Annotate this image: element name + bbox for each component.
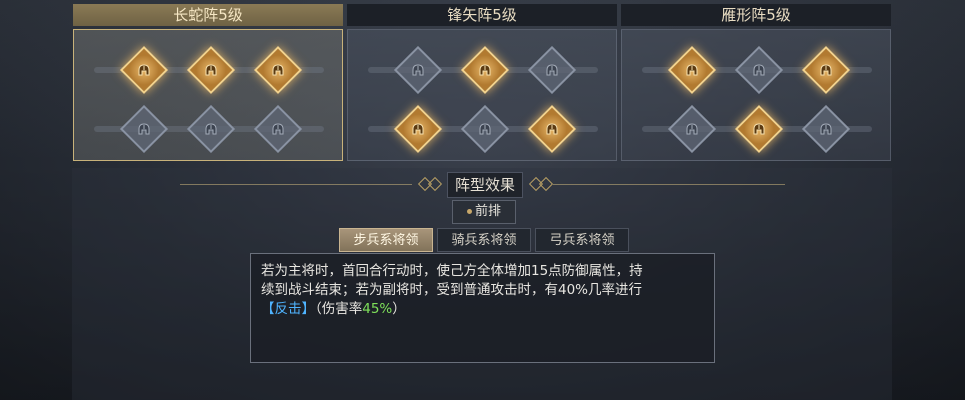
helmet-icon xyxy=(478,63,492,77)
formation-slot-inactive xyxy=(119,104,169,154)
damage-rate: 45% xyxy=(362,301,393,317)
dot-icon xyxy=(466,209,472,214)
helmet-icon xyxy=(752,122,766,136)
position-tag: 前排 xyxy=(452,200,516,224)
formation-grid xyxy=(621,29,891,161)
helmet-icon xyxy=(819,122,833,136)
helmet-icon xyxy=(752,63,766,77)
formation-slot-inactive xyxy=(460,104,510,154)
desc-text: ） xyxy=(392,301,406,317)
helmet-icon xyxy=(411,122,425,136)
formation-card-yanxing[interactable]: 雁形阵5级 xyxy=(621,4,891,161)
effect-title: 阵型效果 xyxy=(447,172,523,198)
formation-slot-active xyxy=(527,104,577,154)
formation-slot-active xyxy=(801,45,851,95)
desc-line: 【反击】（伤害率45%） xyxy=(261,300,704,319)
divider-left xyxy=(180,184,412,185)
formation-slot-active xyxy=(667,45,717,95)
helmet-icon xyxy=(204,63,218,77)
formation-slot-active xyxy=(734,104,784,154)
formation-slot-inactive xyxy=(801,104,851,154)
formation-slot-inactive xyxy=(667,104,717,154)
formation-slot-active xyxy=(186,45,236,95)
formation-grid xyxy=(347,29,617,161)
tab-archer[interactable]: 弓兵系将领 xyxy=(535,228,629,252)
helmet-icon xyxy=(685,122,699,136)
tab-cavalry[interactable]: 骑兵系将领 xyxy=(437,228,531,252)
formation-slot-active xyxy=(119,45,169,95)
effect-description: 若为主将时，首回合行动时，使己方全体增加15点防御属性，持 续到战斗结束；若为副… xyxy=(250,253,715,363)
helmet-icon xyxy=(204,122,218,136)
formation-slot-inactive xyxy=(527,45,577,95)
formation-card-fengshi[interactable]: 锋矢阵5级 xyxy=(347,4,617,161)
position-label: 前排 xyxy=(474,204,501,219)
helmet-icon xyxy=(137,122,151,136)
helmet-icon xyxy=(545,63,559,77)
desc-line: 续到战斗结束；若为副将时，受到普通攻击时，有40%几率进行 xyxy=(261,282,643,298)
tab-infantry[interactable]: 步兵系将领 xyxy=(339,228,433,252)
helmet-icon xyxy=(137,63,151,77)
helmet-icon xyxy=(685,63,699,77)
helmet-icon xyxy=(545,122,559,136)
formation-title: 锋矢阵5级 xyxy=(347,4,617,26)
divider-right xyxy=(553,184,785,185)
formation-slot-active xyxy=(393,104,443,154)
helmet-icon xyxy=(411,63,425,77)
helmet-icon xyxy=(819,63,833,77)
formation-slot-inactive xyxy=(734,45,784,95)
formation-slot-active xyxy=(253,45,303,95)
formation-grid xyxy=(73,29,343,161)
formation-slot-inactive xyxy=(186,104,236,154)
helmet-icon xyxy=(271,122,285,136)
helmet-icon xyxy=(271,63,285,77)
helmet-icon xyxy=(478,122,492,136)
desc-text: （伤害率 xyxy=(315,301,363,317)
counter-keyword: 【反击】 xyxy=(261,301,315,317)
formation-title: 长蛇阵5级 xyxy=(73,4,343,26)
formation-title: 雁形阵5级 xyxy=(621,4,891,26)
desc-line: 若为主将时，首回合行动时，使己方全体增加15点防御属性，持 xyxy=(261,263,643,279)
formation-card-changshe[interactable]: 长蛇阵5级 xyxy=(73,4,343,161)
formation-slot-inactive xyxy=(253,104,303,154)
formation-slot-inactive xyxy=(393,45,443,95)
formation-slot-active xyxy=(460,45,510,95)
